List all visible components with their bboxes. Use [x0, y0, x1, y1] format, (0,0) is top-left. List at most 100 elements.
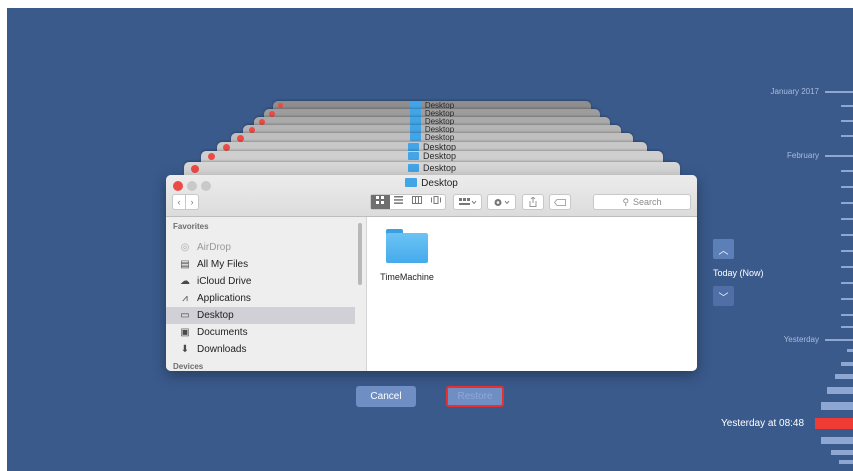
close-dot — [191, 165, 199, 173]
sidebar-item-label: iCloud Drive — [197, 276, 252, 287]
sidebar-scrollbar[interactable] — [358, 223, 362, 285]
timeline-tick[interactable] — [841, 120, 853, 122]
folder-icon — [409, 133, 421, 141]
chevron-left-icon: ‹ — [177, 197, 181, 207]
folder-label[interactable]: TimeMachine — [377, 272, 437, 282]
downloads-icon: ⬇ — [180, 344, 190, 355]
time-machine-background: Desktop Desktop Desktop Desktop Desktop … — [7, 8, 853, 471]
timeline-tick[interactable] — [841, 170, 853, 172]
column-view-icon[interactable] — [408, 195, 427, 209]
forward-button[interactable]: › — [185, 194, 199, 210]
sidebar-item-label: AirDrop — [197, 242, 231, 253]
folder-icon — [409, 101, 421, 109]
share-icon — [529, 197, 537, 207]
icon-view-icon[interactable] — [371, 195, 390, 209]
sidebar-item-label: Applications — [197, 293, 251, 304]
timeline-bar[interactable] — [827, 387, 853, 394]
sidebar-item-label: Documents — [197, 327, 248, 338]
folder-icon — [407, 152, 419, 160]
folder-icon — [407, 164, 419, 172]
file-browser: TimeMachine — [367, 217, 697, 371]
timeline-tick[interactable] — [841, 135, 853, 137]
cloud-icon: ☁ — [180, 276, 190, 287]
timeline-bar[interactable] — [821, 402, 853, 410]
timeline-tick[interactable] — [841, 314, 853, 316]
folder-icon — [407, 143, 419, 151]
window-title: Desktop — [421, 178, 458, 189]
timeline-tick[interactable] — [841, 186, 853, 188]
search-placeholder: Search — [633, 197, 662, 207]
timeline-tick[interactable] — [825, 91, 853, 93]
timeline-tick[interactable] — [825, 339, 853, 341]
search-input[interactable]: ⚲ Search — [593, 194, 691, 210]
gear-icon — [494, 198, 509, 206]
finder-titlebar: Desktop ‹ › ⚲ Search — [166, 175, 697, 217]
timeline-tick[interactable] — [841, 234, 853, 236]
group-icon — [458, 198, 476, 205]
history-window-title: Desktop — [422, 163, 457, 173]
restore-button[interactable]: Restore — [446, 386, 504, 407]
sidebar: Favorites ◎ AirDrop ▤ All My Files ☁ iCloud… — [166, 217, 367, 371]
timeline-bar[interactable] — [839, 460, 853, 464]
current-snapshot-label: Yesterday at 08:48 — [721, 418, 805, 429]
timeline-bar[interactable] — [835, 374, 853, 379]
timeline-tick[interactable] — [841, 266, 853, 268]
finder-window: Desktop ‹ › ⚲ Search Favorites ◎ AirDrop… — [166, 175, 697, 371]
chevron-down-icon: ﹀ — [718, 292, 729, 304]
back-button[interactable]: ‹ — [172, 194, 186, 210]
sidebar-item-all-my-files[interactable]: ▤ All My Files — [166, 256, 355, 273]
timeline-bar[interactable] — [847, 349, 853, 352]
timeline-label[interactable]: February — [767, 151, 819, 160]
timeline-label[interactable]: Yesterday — [767, 335, 819, 344]
timeline-tick[interactable] — [825, 155, 853, 157]
tags-button[interactable] — [549, 194, 571, 210]
sidebar-item-documents[interactable]: ▣ Documents — [166, 324, 355, 341]
older-snapshot-button[interactable]: ﹀ — [713, 286, 734, 306]
action-menu-button[interactable] — [487, 194, 516, 210]
close-dot — [223, 144, 230, 151]
folder-icon — [409, 117, 421, 125]
documents-icon: ▣ — [180, 327, 190, 338]
all-files-icon: ▤ — [180, 259, 190, 270]
sidebar-section-devices: Devices — [173, 362, 204, 371]
search-icon: ⚲ — [622, 196, 630, 207]
history-window-title: Desktop — [424, 133, 455, 142]
desktop-icon: ▭ — [180, 310, 190, 321]
sidebar-item-icloud-drive[interactable]: ☁ iCloud Drive — [166, 273, 355, 290]
timeline-label[interactable]: January 2017 — [767, 87, 819, 96]
sidebar-item-downloads[interactable]: ⬇ Downloads — [166, 341, 355, 358]
close-dot — [237, 135, 244, 142]
sidebar-item-applications[interactable]: ⩘ Applications — [166, 290, 355, 307]
timeline-tick[interactable] — [841, 282, 853, 284]
timeline-tick[interactable] — [841, 326, 853, 328]
timeline-tick[interactable] — [841, 218, 853, 220]
sidebar-item-airdrop[interactable]: ◎ AirDrop — [166, 239, 355, 256]
sidebar-item-desktop[interactable]: ▭ Desktop — [166, 307, 355, 324]
folder-icon — [405, 178, 418, 187]
timeline-bar[interactable] — [831, 450, 853, 455]
folder-icon — [409, 125, 421, 133]
timeline-tick[interactable] — [841, 298, 853, 300]
view-mode-control[interactable] — [370, 194, 446, 210]
newer-snapshot-button[interactable]: ︿ — [713, 239, 734, 259]
timeline-tick[interactable] — [841, 250, 853, 252]
sidebar-section-favorites: Favorites — [173, 222, 209, 231]
share-button[interactable] — [522, 194, 544, 210]
snapshot-date-label: Today (Now) — [713, 268, 764, 278]
cancel-button[interactable]: Cancel — [356, 386, 416, 407]
sidebar-item-label: All My Files — [197, 259, 249, 270]
group-by-button[interactable] — [453, 194, 482, 210]
sidebar-item-label: Downloads — [197, 344, 247, 355]
sidebar-item-label: Desktop — [197, 310, 234, 321]
chevron-right-icon: › — [190, 197, 194, 207]
folder-icon[interactable] — [386, 229, 428, 263]
applications-icon: ⩘ — [182, 293, 188, 304]
cover-flow-icon[interactable] — [427, 195, 446, 209]
list-view-icon[interactable] — [390, 195, 409, 209]
chevron-up-icon: ︿ — [718, 245, 729, 257]
timeline-tick[interactable] — [841, 105, 853, 107]
timeline-bar[interactable] — [821, 437, 853, 444]
current-snapshot-marker[interactable] — [815, 418, 853, 429]
timeline-bar[interactable] — [841, 362, 853, 366]
timeline-tick[interactable] — [841, 202, 853, 204]
